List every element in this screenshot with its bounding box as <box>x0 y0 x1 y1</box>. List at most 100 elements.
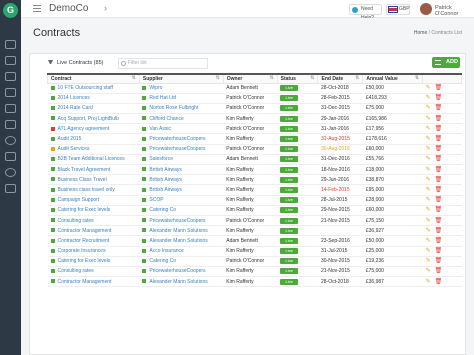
contract-name[interactable]: ATL Agency agreement <box>58 126 110 132</box>
edit-pencil-icon[interactable]: ✎ <box>426 228 432 234</box>
supplier-cell[interactable]: Alexander Mann Solutions <box>139 235 224 247</box>
supplier-cell[interactable]: Alexander Mann Solutions <box>139 276 224 288</box>
supplier-name[interactable]: PricewaterhouseCoopers <box>149 268 205 274</box>
contract-cell[interactable]: Audit Services <box>47 144 140 155</box>
contract-name[interactable]: Catering for Exec levels <box>58 258 111 264</box>
help-button[interactable]: Need Help? <box>349 4 382 21</box>
add-button[interactable]: ADD <box>432 57 460 68</box>
supplier-cell[interactable]: Catering Co <box>139 205 224 216</box>
search-input[interactable]: Filter list <box>118 58 208 69</box>
table-row[interactable]: Catering for Exec levels Catering Co Kim R… <box>47 205 462 216</box>
filter-dropdown[interactable]: Live Contracts (85) <box>48 60 103 66</box>
delete-trash-icon[interactable]: 🗑 <box>435 105 443 111</box>
menu-icon[interactable] <box>33 5 41 12</box>
edit-pencil-icon[interactable]: ✎ <box>426 95 432 101</box>
contract-name[interactable]: Audit 2015 <box>58 136 82 142</box>
contract-cell[interactable]: Audit 2015 <box>47 133 140 145</box>
delete-trash-icon[interactable]: 🗑 <box>435 258 443 264</box>
app-logo[interactable]: G <box>3 3 18 18</box>
edit-pencil-icon[interactable]: ✎ <box>426 136 432 142</box>
supplier-name[interactable]: Alexander Mann Solutions <box>149 279 207 285</box>
suppliers-icon[interactable] <box>5 72 16 81</box>
delete-trash-icon[interactable]: 🗑 <box>435 95 443 101</box>
delete-trash-icon[interactable]: 🗑 <box>435 228 443 234</box>
edit-pencil-icon[interactable]: ✎ <box>426 268 432 274</box>
supplier-name[interactable]: Alexander Mann Solutions <box>149 238 207 244</box>
contract-name[interactable]: Consulting rates <box>58 218 94 224</box>
settings-icon[interactable] <box>5 136 16 145</box>
delete-trash-icon[interactable]: 🗑 <box>435 116 443 122</box>
header-supplier[interactable]: Supplier <box>138 73 224 84</box>
contract-cell[interactable]: Contractor Management <box>47 225 140 237</box>
supplier-cell[interactable]: British Airways <box>139 174 224 186</box>
documents-icon[interactable] <box>5 120 16 129</box>
contract-name[interactable]: Contractor Management <box>58 228 112 234</box>
edit-pencil-icon[interactable]: ✎ <box>426 116 432 122</box>
supplier-name[interactable]: Alexander Mann Solutions <box>149 228 207 234</box>
contract-name[interactable]: Contractor Management <box>58 279 112 285</box>
contract-name[interactable]: Acq Support, Proj LightBulb <box>58 116 119 122</box>
header-owner[interactable]: Owner <box>222 73 278 84</box>
contract-name[interactable]: Catering for Exec levels <box>58 207 111 213</box>
supplier-name[interactable]: Catering Co <box>149 207 176 213</box>
contract-cell[interactable]: Business Class Travel <box>47 174 140 186</box>
edit-pencil-icon[interactable]: ✎ <box>426 218 432 224</box>
users-icon[interactable] <box>5 152 16 161</box>
edit-pencil-icon[interactable]: ✎ <box>426 156 432 162</box>
delete-trash-icon[interactable]: 🗑 <box>435 126 443 132</box>
supplier-cell[interactable]: Wipro <box>139 83 224 94</box>
contract-cell[interactable]: 2014 Licences <box>47 93 140 104</box>
delete-trash-icon[interactable]: 🗑 <box>435 238 443 244</box>
supplier-name[interactable]: British Airways <box>149 167 182 173</box>
contract-cell[interactable]: Acq Support, Proj LightBulb <box>47 113 140 125</box>
delete-trash-icon[interactable]: 🗑 <box>435 197 443 203</box>
contract-name[interactable]: 2014 Rate Card <box>58 105 93 111</box>
delete-trash-icon[interactable]: 🗑 <box>435 187 443 193</box>
supplier-cell[interactable]: Clifford Chance <box>139 113 224 125</box>
supplier-name[interactable]: Clifford Chance <box>149 116 183 122</box>
supplier-name[interactable]: SCOP <box>149 197 163 203</box>
reports-icon[interactable] <box>5 88 16 97</box>
contract-cell[interactable]: Contractor Recruitment <box>47 235 140 247</box>
supplier-cell[interactable]: PricewaterhouseCoopers <box>139 266 224 278</box>
supplier-cell[interactable]: Catering Co <box>139 256 224 267</box>
contract-cell[interactable]: Catering for Exec levels <box>47 205 140 216</box>
contract-cell[interactable]: Business class travel only <box>47 184 140 196</box>
contract-name[interactable]: Campaign Support <box>58 197 100 203</box>
edit-pencil-icon[interactable]: ✎ <box>426 187 432 193</box>
company-name[interactable]: DemoCo <box>49 3 88 14</box>
contract-name[interactable]: 2014 Licences <box>58 95 90 101</box>
delete-trash-icon[interactable]: 🗑 <box>435 207 443 213</box>
delete-trash-icon[interactable]: 🗑 <box>435 268 443 274</box>
table-row[interactable]: Acq Support, Proj LightBulb Clifford Chan… <box>47 113 462 125</box>
contract-cell[interactable]: ATL Agency agreement <box>47 123 140 135</box>
table-row[interactable]: Campaign Support SCOP Kim Rafferty Live 28-J… <box>47 195 462 206</box>
contract-cell[interactable]: 10 FTE Outsourcing staff <box>47 83 140 94</box>
supplier-name[interactable]: PricewaterhouseCoopers <box>149 136 205 142</box>
contract-cell[interactable]: Catering for Exec levels <box>47 256 140 267</box>
contract-cell[interactable]: Consulting rates <box>47 215 140 227</box>
edit-pencil-icon[interactable]: ✎ <box>426 258 432 264</box>
supplier-name[interactable]: British Airways <box>149 187 182 193</box>
table-row[interactable]: Contractor Recruitment Alexander Mann Sol… <box>47 235 462 247</box>
supplier-cell[interactable]: Alexander Mann Solutions <box>139 225 224 237</box>
supplier-name[interactable]: Van Assic <box>149 126 171 132</box>
edit-pencil-icon[interactable]: ✎ <box>426 126 432 132</box>
user-name[interactable]: Patrick O'Connor <box>435 5 474 17</box>
edit-pencil-icon[interactable]: ✎ <box>426 207 432 213</box>
table-row[interactable]: Consulting rates PricewaterhouseCoopers Pa… <box>47 215 462 227</box>
supplier-name[interactable]: Red Hat Ltd <box>149 95 176 101</box>
contract-name[interactable]: Black Travel Agreement <box>58 167 111 173</box>
edit-pencil-icon[interactable]: ✎ <box>426 248 432 254</box>
edit-pencil-icon[interactable]: ✎ <box>426 167 432 173</box>
supplier-cell[interactable]: British Airways <box>139 184 224 196</box>
table-row[interactable]: 2014 Rate Card Norton Rose Fulbright Patri… <box>47 103 462 115</box>
header-status[interactable]: Status <box>276 73 319 84</box>
contract-cell[interactable]: 2014 Rate Card <box>47 103 140 115</box>
contract-name[interactable]: Business class travel only <box>58 187 115 193</box>
contract-cell[interactable]: Campaign Support <box>47 195 140 206</box>
table-row[interactable]: 10 FTE Outsourcing staff Wipro Adam Bennet… <box>47 83 462 94</box>
contract-cell[interactable]: B2B Team Additional Licences <box>47 154 140 166</box>
table-row[interactable]: Black Travel Agreement British Airways Kim… <box>47 164 462 176</box>
contract-cell[interactable]: Corporate Insurances <box>47 246 140 257</box>
